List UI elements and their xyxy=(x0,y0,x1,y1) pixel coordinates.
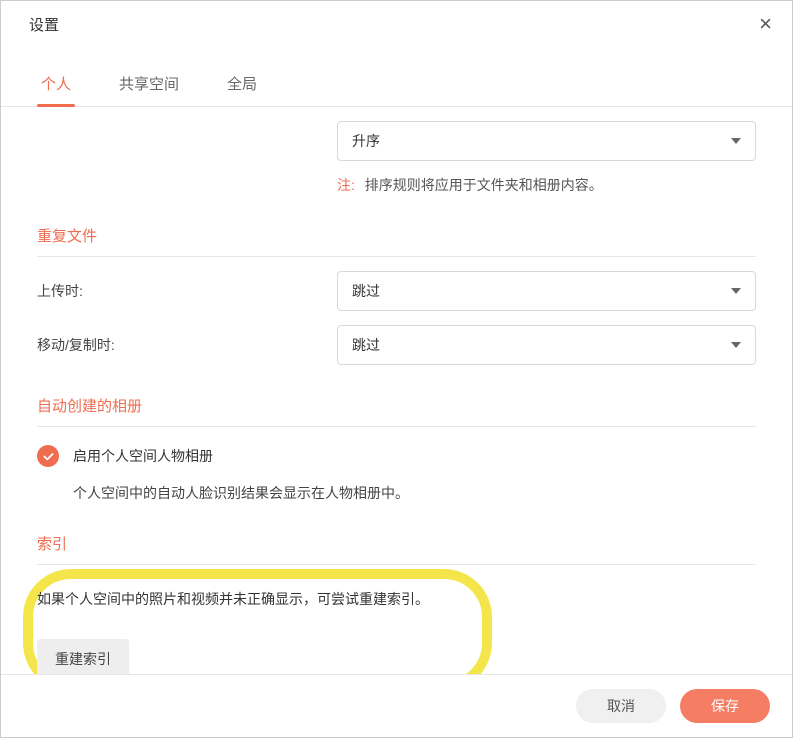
save-button[interactable]: 保存 xyxy=(680,689,770,723)
upload-label: 上传时: xyxy=(37,281,337,301)
tab-global[interactable]: 全局 xyxy=(223,63,261,106)
index-block: 如果个人空间中的照片和视频并未正确显示，可尝试重建索引。 重建索引 xyxy=(37,579,756,674)
move-select[interactable]: 跳过 xyxy=(337,325,756,365)
section-index: 索引 xyxy=(37,533,756,565)
tab-personal[interactable]: 个人 xyxy=(37,63,75,106)
sort-value: 升序 xyxy=(352,131,380,151)
sort-note: 注: 排序规则将应用于文件夹和相册内容。 xyxy=(337,175,756,195)
enable-people-album-row: 启用个人空间人物相册 xyxy=(37,445,756,467)
tab-shared[interactable]: 共享空间 xyxy=(115,63,183,106)
tabs: 个人 共享空间 全局 xyxy=(1,63,792,107)
upload-row: 上传时: 跳过 xyxy=(37,271,756,311)
check-icon xyxy=(42,450,55,463)
index-text: 如果个人空间中的照片和视频并未正确显示，可尝试重建索引。 xyxy=(37,579,756,609)
section-auto-album: 自动创建的相册 xyxy=(37,395,756,427)
note-text: 排序规则将应用于文件夹和相册内容。 xyxy=(365,177,603,193)
enable-people-album-label: 启用个人空间人物相册 xyxy=(73,446,213,466)
rebuild-index-button[interactable]: 重建索引 xyxy=(37,639,129,674)
section-duplicate: 重复文件 xyxy=(37,225,756,257)
move-label: 移动/复制时: xyxy=(37,335,337,355)
settings-dialog: 设置 × 个人 共享空间 全局 升序 注: 排序规则将应用于文件夹和相册内容。 … xyxy=(0,0,793,738)
upload-value: 跳过 xyxy=(352,281,380,301)
footer: 取消 保存 xyxy=(1,674,792,737)
move-value: 跳过 xyxy=(352,335,380,355)
close-icon[interactable]: × xyxy=(759,13,772,35)
sort-row: 升序 xyxy=(37,121,756,161)
chevron-down-icon xyxy=(731,342,741,348)
chevron-down-icon xyxy=(731,138,741,144)
titlebar: 设置 × xyxy=(1,1,792,47)
chevron-down-icon xyxy=(731,288,741,294)
cancel-button[interactable]: 取消 xyxy=(576,689,666,723)
sort-select[interactable]: 升序 xyxy=(337,121,756,161)
people-album-desc: 个人空间中的自动人脸识别结果会显示在人物相册中。 xyxy=(73,483,756,503)
move-row: 移动/复制时: 跳过 xyxy=(37,325,756,365)
upload-select[interactable]: 跳过 xyxy=(337,271,756,311)
dialog-title: 设置 xyxy=(29,14,59,35)
content: 升序 注: 排序规则将应用于文件夹和相册内容。 重复文件 上传时: 跳过 移动/… xyxy=(1,107,792,674)
note-label: 注: xyxy=(337,177,355,193)
enable-people-album-checkbox[interactable] xyxy=(37,445,59,467)
